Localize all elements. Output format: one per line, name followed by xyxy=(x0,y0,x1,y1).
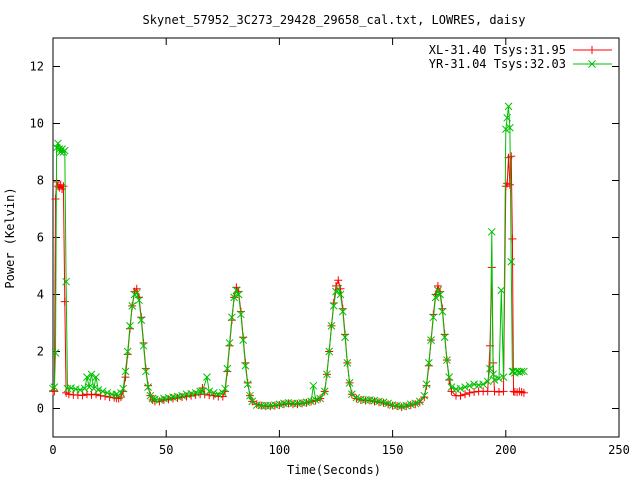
data-point xyxy=(519,388,528,397)
data-point xyxy=(60,297,69,306)
legend-entry: XL-31.40 Tsys:31.95 xyxy=(429,43,612,57)
legend-marker xyxy=(588,46,596,54)
x-tick-label: 250 xyxy=(608,443,630,457)
data-point xyxy=(515,387,524,396)
data-point xyxy=(50,387,59,396)
legend-entry: YR-31.04 Tsys:32.03 xyxy=(429,57,612,71)
data-point xyxy=(465,388,474,397)
x-tick-label: 100 xyxy=(269,443,291,457)
series-layer xyxy=(49,102,528,412)
data-point xyxy=(490,387,499,396)
data-point xyxy=(456,391,465,400)
series-2 xyxy=(49,102,528,411)
data-point xyxy=(116,393,125,402)
chart-title: Skynet_57952_3C273_29428_29658_cal.txt, … xyxy=(143,13,526,27)
data-point xyxy=(470,387,479,396)
y-axis-label: Power (Kelvin) xyxy=(3,187,17,288)
series-2-line xyxy=(52,106,524,407)
x-tick-label: 0 xyxy=(49,443,56,457)
y-tick-label: 12 xyxy=(30,60,44,74)
data-point xyxy=(499,387,508,396)
x-tick-label: 200 xyxy=(495,443,517,457)
data-point xyxy=(334,276,343,285)
x-axis-label: Time(Seconds) xyxy=(287,463,381,477)
data-point xyxy=(495,387,504,396)
y-tick-label: 6 xyxy=(37,231,44,245)
chart-svg: Skynet_57952_3C273_29428_29658_cal.txt, … xyxy=(3,13,630,477)
data-point xyxy=(87,390,96,399)
y-tick-label: 8 xyxy=(37,174,44,188)
x-tick-label: 50 xyxy=(159,443,173,457)
y-tick-label: 0 xyxy=(37,402,44,416)
y-tick-label: 2 xyxy=(37,345,44,359)
y-tick-label: 10 xyxy=(30,117,44,131)
data-point xyxy=(461,390,470,399)
plot-frame xyxy=(52,37,620,438)
legend-label: YR-31.04 Tsys:32.03 xyxy=(429,57,566,71)
legend-label: XL-31.40 Tsys:31.95 xyxy=(429,43,566,57)
data-point xyxy=(433,281,442,290)
series-1 xyxy=(49,152,528,412)
y-tick-label: 4 xyxy=(37,288,44,302)
legend: XL-31.40 Tsys:31.95YR-31.04 Tsys:32.03 xyxy=(429,43,612,71)
data-point xyxy=(517,387,526,396)
x-tick-label: 150 xyxy=(382,443,404,457)
data-point xyxy=(508,234,517,243)
